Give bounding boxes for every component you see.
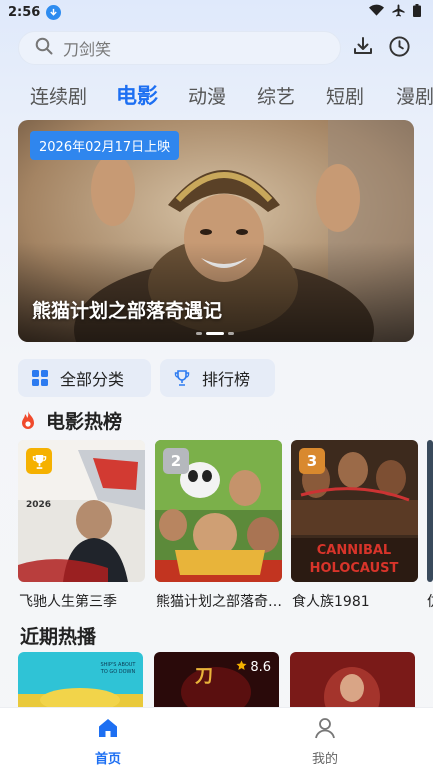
wifi-icon	[369, 4, 384, 20]
airplane-icon	[392, 3, 405, 21]
tab-series[interactable]: 连续剧	[30, 82, 87, 109]
hot-movie-card-2[interactable]: 2	[155, 440, 282, 582]
carousel-dot-active	[206, 332, 224, 335]
search-icon	[35, 37, 53, 59]
bottom-navigation: 首页 我的	[0, 707, 433, 770]
nav-home[interactable]: 首页	[68, 716, 148, 767]
hot-movie-name-2[interactable]: 熊猫计划之部落奇遇记	[156, 591, 284, 611]
carousel-indicator	[196, 332, 234, 335]
search-input[interactable]: 刀剑笑	[18, 31, 341, 65]
poster-image	[427, 440, 433, 582]
tab-comic-drama[interactable]: 漫剧	[396, 82, 433, 109]
history-clock-icon	[388, 35, 411, 62]
recent-hot-header: 近期热播	[20, 622, 96, 649]
trophy-icon	[32, 454, 46, 469]
home-icon	[96, 716, 120, 744]
hot-movie-card-4[interactable]	[427, 440, 433, 582]
hot-movie-card-1[interactable]: 2026	[18, 440, 145, 582]
all-categories-label: 全部分类	[60, 370, 125, 389]
recent-card-2[interactable]: 刀 8.6	[154, 652, 279, 712]
hot-movies-header: 电影热榜	[20, 407, 122, 434]
rating-value: 8.6	[250, 660, 271, 675]
svg-text:TO GO DOWN: TO GO DOWN	[100, 669, 136, 675]
nav-mine[interactable]: 我的	[285, 716, 365, 767]
recent-card-3[interactable]	[290, 652, 415, 712]
star-icon	[236, 660, 247, 675]
nav-mine-label: 我的	[311, 752, 338, 767]
user-icon	[313, 716, 337, 744]
recent-card-1[interactable]: SHIP'S ABOUT TO GO DOWN	[18, 652, 143, 712]
svg-text:SHIP'S ABOUT: SHIP'S ABOUT	[101, 662, 137, 668]
svg-text:CANNIBAL: CANNIBAL	[317, 543, 391, 558]
ranking-label: 排行榜	[202, 370, 251, 389]
svg-text:HOLOCAUST: HOLOCAUST	[310, 561, 399, 576]
svg-text:刀: 刀	[195, 666, 213, 687]
tab-anime[interactable]: 动漫	[188, 82, 226, 109]
tab-short-drama[interactable]: 短剧	[326, 82, 364, 109]
tab-movie[interactable]: 电影	[116, 80, 158, 110]
carousel-dot	[196, 332, 202, 335]
rank-badge-2: 2	[163, 448, 189, 474]
status-time: 2:56	[8, 4, 41, 20]
hot-movie-name-1[interactable]: 飞驰人生第三季	[19, 591, 147, 611]
rating-score: 8.6	[236, 660, 271, 675]
poster-image: SHIP'S ABOUT TO GO DOWN	[18, 652, 143, 712]
search-row: 刀剑笑	[18, 31, 418, 65]
rank-badge-1	[26, 448, 52, 474]
hot-movies-title: 电影热榜	[46, 411, 123, 433]
banner-title: 熊猫计划之部落奇遇记	[32, 300, 223, 322]
flame-icon	[20, 411, 36, 430]
svg-text:2026: 2026	[26, 500, 51, 510]
featured-banner[interactable]: 2026年02月17日上映 熊猫计划之部落奇遇记	[18, 120, 414, 342]
download-icon	[352, 35, 374, 61]
recent-hot-title: 近期热播	[20, 626, 97, 648]
history-button[interactable]	[385, 34, 413, 62]
download-button[interactable]	[349, 34, 377, 62]
trophy-icon	[174, 370, 190, 386]
ranking-button[interactable]: 排行榜	[160, 359, 275, 397]
grid-icon	[32, 370, 48, 386]
status-bar: 2:56	[0, 0, 433, 24]
nav-home-label: 首页	[94, 752, 121, 767]
hot-movie-name-3[interactable]: 食人族1981	[292, 591, 420, 611]
category-tabs: 连续剧 电影 动漫 综艺 短剧 漫剧	[0, 80, 433, 112]
battery-icon	[413, 3, 421, 21]
hot-movie-card-3[interactable]: CANNIBAL HOLOCAUST 3	[291, 440, 418, 582]
search-placeholder: 刀剑笑	[63, 40, 112, 59]
rank-badge-3: 3	[299, 448, 325, 474]
release-date-tag: 2026年02月17日上映	[30, 131, 180, 160]
download-notification-icon	[46, 4, 62, 20]
hot-movie-name-4[interactable]: 仿	[427, 591, 433, 611]
poster-image	[290, 652, 415, 712]
tab-variety[interactable]: 综艺	[257, 82, 295, 109]
all-categories-button[interactable]: 全部分类	[18, 359, 151, 397]
carousel-dot	[228, 332, 234, 335]
